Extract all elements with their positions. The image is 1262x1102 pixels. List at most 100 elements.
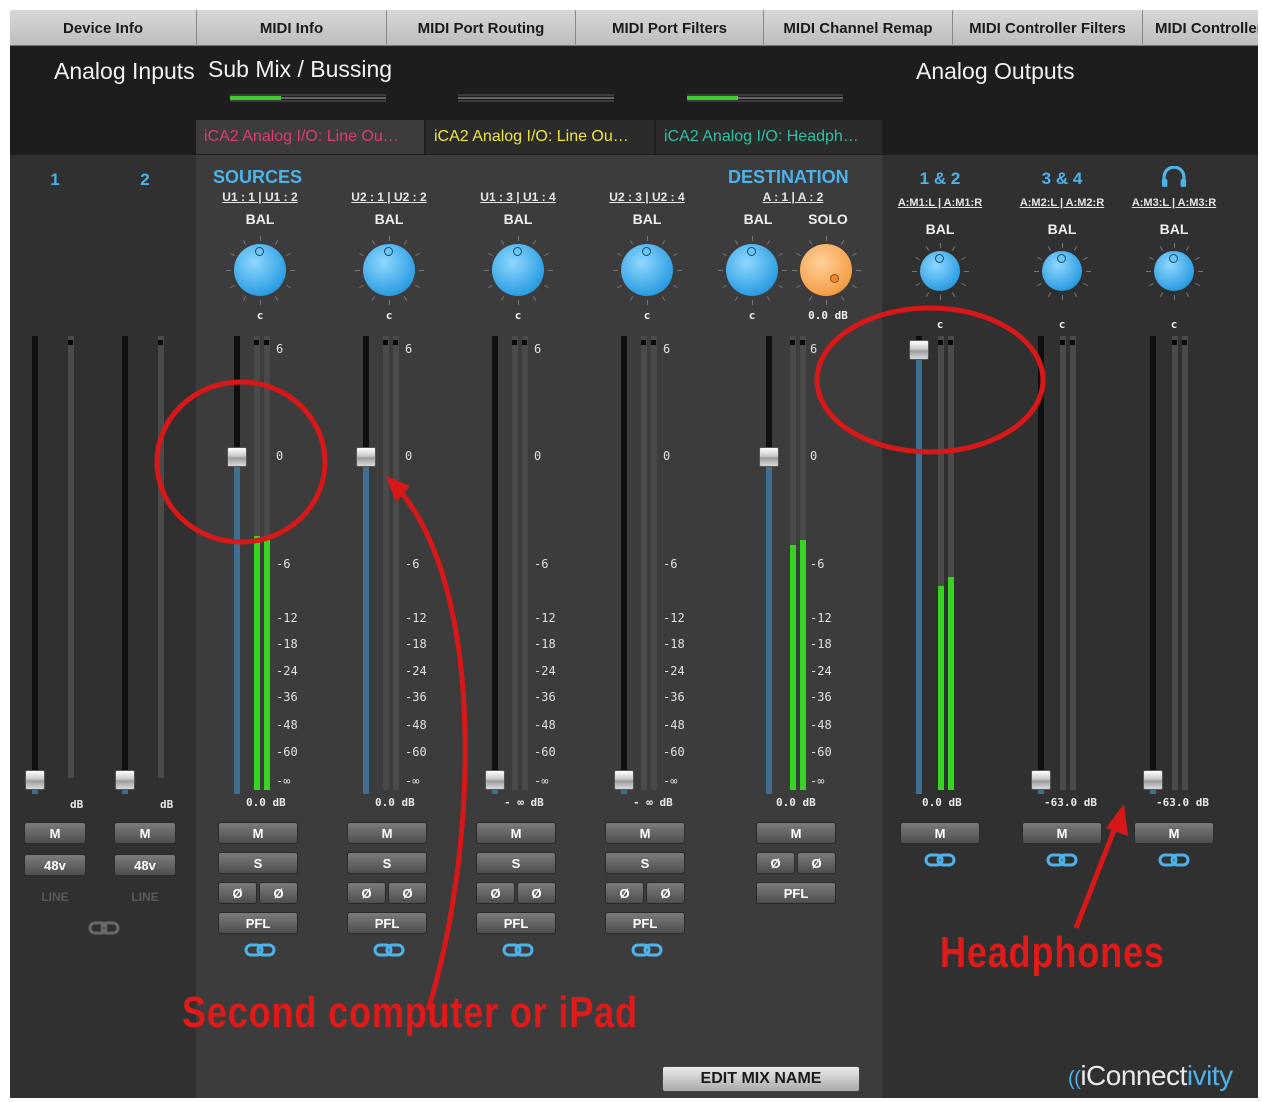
strip-4-fader-handle[interactable]: [614, 770, 634, 790]
mix-tab-headphones[interactable]: iCA2 Analog I/O: Headph…: [656, 120, 882, 154]
pfl-button[interactable]: PFL: [218, 912, 298, 934]
pfl-button[interactable]: PFL: [476, 912, 556, 934]
mute-button[interactable]: M: [605, 822, 685, 844]
output-balance-knob[interactable]: [1042, 251, 1082, 291]
output-balance-knob[interactable]: [920, 251, 960, 291]
solo-button[interactable]: S: [218, 852, 298, 874]
strip-link-icon[interactable]: [631, 942, 663, 958]
tab-midi-channel-remap[interactable]: MIDI Channel Remap: [764, 10, 953, 46]
output-3-fader-track[interactable]: [1150, 336, 1156, 790]
input-2-fader-track[interactable]: [122, 336, 128, 790]
phantom-48v-button[interactable]: 48v: [24, 854, 86, 876]
phase-invert-left-button[interactable]: Ø: [756, 852, 795, 874]
tab-midi-info[interactable]: MIDI Info: [197, 10, 387, 46]
analog-outputs-header: Analog Outputs: [916, 58, 1075, 84]
strip-3-fader-handle[interactable]: [485, 770, 505, 790]
edit-mix-name-button[interactable]: EDIT MIX NAME: [662, 1066, 860, 1092]
tab-midi-port-routing[interactable]: MIDI Port Routing: [387, 10, 576, 46]
input-mute-button[interactable]: M: [114, 822, 176, 844]
bal-label: BAL: [503, 211, 533, 227]
output-mute-button[interactable]: M: [1134, 822, 1214, 844]
output-link-icon[interactable]: [924, 852, 956, 868]
destination-balance-knob[interactable]: [726, 244, 778, 296]
destination-mute-button[interactable]: M: [756, 822, 836, 844]
pfl-button[interactable]: PFL: [347, 912, 427, 934]
phase-invert-right-button[interactable]: Ø: [259, 882, 298, 904]
mix-tab-line-out-1[interactable]: iCA2 Analog I/O: Line Ou…: [196, 120, 424, 154]
pfl-button[interactable]: PFL: [605, 912, 685, 934]
output-route-label: A:M3:L | A:M3:R: [1131, 197, 1217, 209]
destination-pfl-button[interactable]: PFL: [756, 882, 836, 904]
output-mute-button[interactable]: M: [1022, 822, 1102, 844]
tab-midi-controller[interactable]: MIDI Controller: [1143, 10, 1258, 46]
strip-link-icon[interactable]: [502, 942, 534, 958]
destination-scale-label: -60: [810, 745, 832, 759]
strip-link-icon[interactable]: [373, 942, 405, 958]
output-1-meter-fill: [948, 576, 954, 790]
strip-4-scale-label: -24: [663, 664, 685, 678]
inputs-link-icon[interactable]: [88, 920, 120, 936]
knob-tick: [826, 236, 827, 241]
phase-invert-left-button[interactable]: Ø: [605, 882, 644, 904]
phase-invert-left-button[interactable]: Ø: [476, 882, 515, 904]
strip-1-scale-label: -24: [276, 664, 298, 678]
solo-button[interactable]: S: [476, 852, 556, 874]
bus-indicator-1[interactable]: [230, 94, 386, 102]
output-link-icon[interactable]: [1158, 852, 1190, 868]
input-1-fader-track[interactable]: [32, 336, 38, 790]
strip-2-scale-label: 6: [405, 342, 413, 356]
input-1-fader-handle[interactable]: [25, 770, 45, 790]
tab-midi-port-filters[interactable]: MIDI Port Filters: [576, 10, 764, 46]
destination-scale-label: -48: [810, 718, 832, 732]
tab-device-info[interactable]: Device Info: [10, 10, 197, 46]
input-2-fader-handle[interactable]: [115, 770, 135, 790]
balance-knob[interactable]: [621, 244, 673, 296]
destination-fader-handle[interactable]: [759, 447, 779, 467]
output-balance-knob[interactable]: [1154, 251, 1194, 291]
phase-invert-left-button[interactable]: Ø: [218, 882, 257, 904]
mix-tab-label: iCA2 Analog I/O: Line Ou…: [204, 128, 399, 145]
output-2-fader-track[interactable]: [1038, 336, 1044, 790]
iconnectivity-logo: ((iConnectivity: [1068, 1060, 1233, 1092]
balance-knob[interactable]: [234, 244, 286, 296]
phase-invert-left-button[interactable]: Ø: [347, 882, 386, 904]
phase-invert-right-button[interactable]: Ø: [646, 882, 685, 904]
output-2-fader-handle[interactable]: [1031, 770, 1051, 790]
strip-3-scale-label: -48: [534, 718, 556, 732]
phase-invert-right-button[interactable]: Ø: [517, 882, 556, 904]
mute-button[interactable]: M: [347, 822, 427, 844]
knob-tick: [856, 270, 861, 271]
mute-button[interactable]: M: [476, 822, 556, 844]
sources-label: SOURCES: [213, 167, 303, 187]
mix-tab-line-out-2[interactable]: iCA2 Analog I/O: Line Ou…: [426, 120, 654, 154]
input-mute-button[interactable]: M: [24, 822, 86, 844]
output-1-meter-fill: [938, 585, 944, 790]
bus-indicator-2[interactable]: [458, 94, 614, 102]
output-1-fader-handle[interactable]: [909, 340, 929, 360]
tab-midi-controller-filters[interactable]: MIDI Controller Filters: [953, 10, 1143, 46]
output-mute-button[interactable]: M: [900, 822, 980, 844]
knob-tick: [290, 270, 295, 271]
strip-link-icon[interactable]: [244, 942, 276, 958]
strip-db-label: - ∞ dB: [504, 796, 544, 809]
mute-button[interactable]: M: [218, 822, 298, 844]
phase-invert-right-button[interactable]: Ø: [797, 852, 836, 874]
strip-2-fader-handle[interactable]: [356, 447, 376, 467]
solo-button[interactable]: S: [347, 852, 427, 874]
balance-knob[interactable]: [363, 244, 415, 296]
output-1-fader-fill: [916, 350, 922, 794]
balance-knob[interactable]: [492, 244, 544, 296]
strip-3-fader-track[interactable]: [492, 336, 498, 790]
destination-fader-fill: [766, 457, 772, 794]
bus-indicator-3[interactable]: [687, 94, 843, 102]
solo-level-knob[interactable]: [800, 244, 852, 296]
solo-button[interactable]: S: [605, 852, 685, 874]
destination-label: DESTINATION: [728, 167, 849, 187]
phantom-48v-button[interactable]: 48v: [114, 854, 176, 876]
strip-4-fader-track[interactable]: [621, 336, 627, 790]
phase-invert-right-button[interactable]: Ø: [388, 882, 427, 904]
strip-1-fader-handle[interactable]: [227, 447, 247, 467]
output-link-icon[interactable]: [1046, 852, 1078, 868]
strip-2-scale-label: -18: [405, 637, 427, 651]
output-3-fader-handle[interactable]: [1143, 770, 1163, 790]
